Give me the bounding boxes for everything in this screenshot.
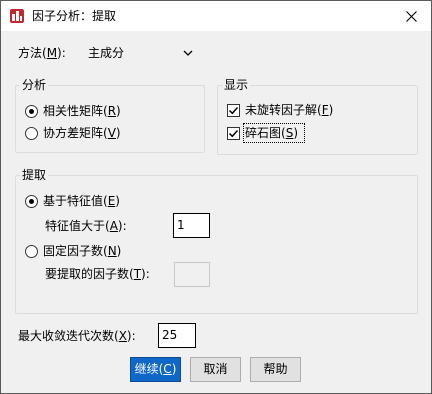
method-label: 方法(M): xyxy=(18,46,66,60)
method-dropdown[interactable]: 主成分 xyxy=(80,42,203,64)
factor-count-input[interactable] xyxy=(174,262,210,287)
extract-group-title: 提取 xyxy=(20,168,49,182)
unrotated-solution-label: 未旋转因子解(F) xyxy=(245,103,334,117)
correlation-matrix-radio[interactable] xyxy=(25,105,38,118)
correlation-matrix-label: 相关性矩阵(R) xyxy=(43,104,121,118)
display-group-title: 显示 xyxy=(222,78,251,92)
covariance-matrix-radio[interactable] xyxy=(25,127,38,140)
analysis-group-title: 分析 xyxy=(20,78,49,92)
eigenvalue-threshold-label: 特征值大于(A): xyxy=(45,219,127,233)
unrotated-solution-checkbox[interactable] xyxy=(227,104,240,117)
covariance-matrix-label: 协方差矩阵(V) xyxy=(43,126,121,140)
eigenvalue-threshold-value: 1 xyxy=(177,218,185,232)
display-group: 显示 xyxy=(217,78,418,155)
checkmark-icon xyxy=(228,129,239,138)
fixed-factors-label: 固定因子数(N) xyxy=(43,244,122,258)
dialog-title: 因子分析：提取 xyxy=(32,9,117,23)
factor-count-label: 要提取的因子数(T): xyxy=(45,267,150,281)
eigenvalue-based-radio[interactable] xyxy=(25,195,38,208)
close-icon xyxy=(405,10,417,22)
fixed-factors-radio[interactable] xyxy=(25,245,38,258)
help-button[interactable]: 帮助 xyxy=(250,357,301,382)
eigenvalue-based-label: 基于特征值(E) xyxy=(43,194,120,208)
chevron-down-icon xyxy=(183,50,193,56)
app-icon xyxy=(10,9,24,23)
method-selected: 主成分 xyxy=(88,46,125,60)
max-iterations-value: 25 xyxy=(162,328,178,342)
analysis-group: 分析 xyxy=(15,78,205,153)
close-button[interactable] xyxy=(391,1,431,31)
cancel-button[interactable]: 取消 xyxy=(190,357,241,382)
scree-plot-checkbox[interactable] xyxy=(227,127,240,140)
title-bar: 因子分析：提取 xyxy=(1,1,431,31)
eigenvalue-threshold-input[interactable]: 1 xyxy=(173,213,210,238)
max-iterations-label: 最大收敛迭代次数(X): xyxy=(18,329,136,343)
continue-button[interactable]: 继续(C) xyxy=(130,357,181,382)
checkmark-icon xyxy=(228,106,239,115)
max-iterations-input[interactable]: 25 xyxy=(158,323,196,348)
scree-plot-label: 碎石图(S) xyxy=(245,126,298,140)
dialog-window: 因子分析：提取 方法(M): 主成分 分析 相关性矩阵(R) 协方差矩阵(V) … xyxy=(0,0,432,394)
